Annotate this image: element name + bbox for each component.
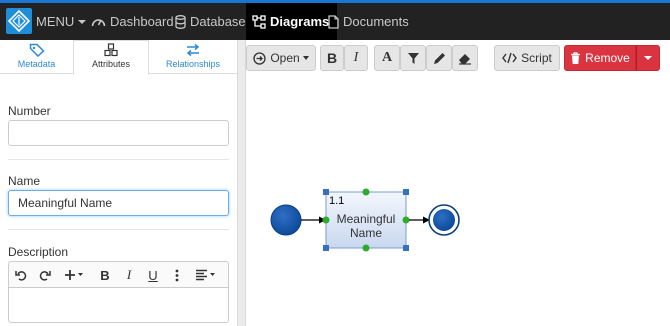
- bold-icon[interactable]: B: [98, 266, 112, 284]
- connection-point[interactable]: [402, 216, 410, 224]
- menu-label: MENU: [36, 14, 75, 29]
- remove-label: Remove: [585, 51, 630, 65]
- redo-icon[interactable]: [36, 266, 52, 284]
- align-icon: [196, 269, 215, 281]
- description-label: Description: [8, 245, 69, 259]
- diagram-area: Open B I A Script Remove 1.1 Meaningful …: [246, 40, 670, 326]
- eraser-button[interactable]: [452, 45, 478, 71]
- resize-handle[interactable]: [403, 189, 409, 195]
- task-label-line1: Meaningful: [337, 212, 396, 226]
- resize-handle[interactable]: [323, 189, 329, 195]
- logo-icon: [7, 9, 31, 33]
- connection-point[interactable]: [362, 188, 370, 196]
- open-label: Open: [270, 51, 300, 65]
- italic-icon[interactable]: I: [122, 266, 136, 284]
- script-label: Script: [521, 51, 552, 65]
- divider: [8, 159, 229, 160]
- undo-icon[interactable]: [13, 266, 29, 284]
- connection-point[interactable]: [322, 216, 330, 224]
- remove-button[interactable]: Remove: [564, 45, 636, 71]
- chevron-down-icon: [644, 56, 652, 60]
- task-id: 1.1: [329, 195, 344, 207]
- font-color-button[interactable]: A: [374, 45, 400, 71]
- end-event-fill: [433, 209, 455, 231]
- nav-label: Dashboard: [110, 14, 174, 29]
- code-icon: [502, 52, 518, 64]
- number-label: Number: [8, 104, 51, 118]
- divider: [8, 229, 229, 230]
- tab-metadata[interactable]: Metadata: [0, 40, 73, 74]
- description-editor-toolbar: B I U: [8, 261, 229, 287]
- nav-item-diagrams[interactable]: Diagrams: [246, 3, 338, 40]
- underline-icon[interactable]: U: [146, 266, 160, 284]
- cubes-icon: [104, 43, 118, 57]
- nav-item-documents[interactable]: Documents: [328, 3, 409, 40]
- dashboard-icon: [91, 19, 106, 27]
- top-navbar: MENU Dashboard Database Diagrams Documen…: [0, 3, 670, 40]
- plus-icon: [65, 270, 83, 280]
- nav-item-database[interactable]: Database: [175, 3, 246, 40]
- description-editor[interactable]: [8, 287, 229, 323]
- nav-label: Diagrams: [270, 14, 330, 29]
- properties-tabs: Metadata Attributes Relationships: [0, 40, 237, 75]
- filter-button[interactable]: [400, 45, 426, 71]
- nav-label: Database: [190, 14, 246, 29]
- document-icon: [328, 14, 339, 29]
- open-circle-arrow-icon: [253, 51, 266, 65]
- tab-label: Relationships: [165, 59, 221, 69]
- align-dropdown[interactable]: [194, 266, 218, 284]
- nav-label: Documents: [343, 14, 409, 29]
- nav-item-dashboard[interactable]: Dashboard: [91, 3, 174, 40]
- exchange-icon: [186, 43, 200, 57]
- tag-icon: [29, 43, 45, 57]
- resize-handle[interactable]: [323, 245, 329, 251]
- bold-button[interactable]: B: [320, 45, 344, 71]
- remove-dropdown-toggle[interactable]: [636, 45, 660, 71]
- italic-button[interactable]: I: [344, 45, 368, 71]
- resize-handle[interactable]: [403, 245, 409, 251]
- connection-point[interactable]: [362, 244, 370, 252]
- diagram-canvas[interactable]: 1.1 Meaningful Name: [246, 80, 670, 326]
- more-icon[interactable]: [172, 266, 182, 284]
- properties-panel: Metadata Attributes Relationships Number…: [0, 40, 237, 326]
- name-label: Name: [8, 174, 41, 188]
- panel-splitter[interactable]: [237, 40, 246, 326]
- eraser-icon: [459, 53, 471, 65]
- tab-attributes[interactable]: Attributes: [73, 40, 149, 75]
- tab-label: Metadata: [17, 59, 56, 69]
- app-logo[interactable]: [6, 8, 32, 34]
- name-field[interactable]: [8, 190, 229, 216]
- start-event[interactable]: [270, 204, 302, 236]
- menu-dropdown[interactable]: MENU: [36, 3, 87, 40]
- insert-dropdown[interactable]: [62, 266, 86, 284]
- filter-icon: [407, 52, 419, 64]
- chevron-down-icon: [78, 19, 87, 24]
- pencil-button[interactable]: [426, 45, 452, 71]
- trash-icon: [571, 51, 581, 64]
- task-label-line2: Name: [350, 226, 382, 240]
- database-icon: [175, 14, 186, 29]
- pencil-icon: [433, 52, 445, 64]
- open-dropdown-button[interactable]: Open: [246, 45, 316, 71]
- diagram-icon: [252, 14, 266, 29]
- script-button[interactable]: Script: [494, 45, 560, 71]
- tab-relationships[interactable]: Relationships: [149, 40, 237, 74]
- chevron-down-icon: [302, 56, 309, 60]
- number-field[interactable]: [8, 120, 229, 146]
- tab-label: Attributes: [91, 59, 131, 69]
